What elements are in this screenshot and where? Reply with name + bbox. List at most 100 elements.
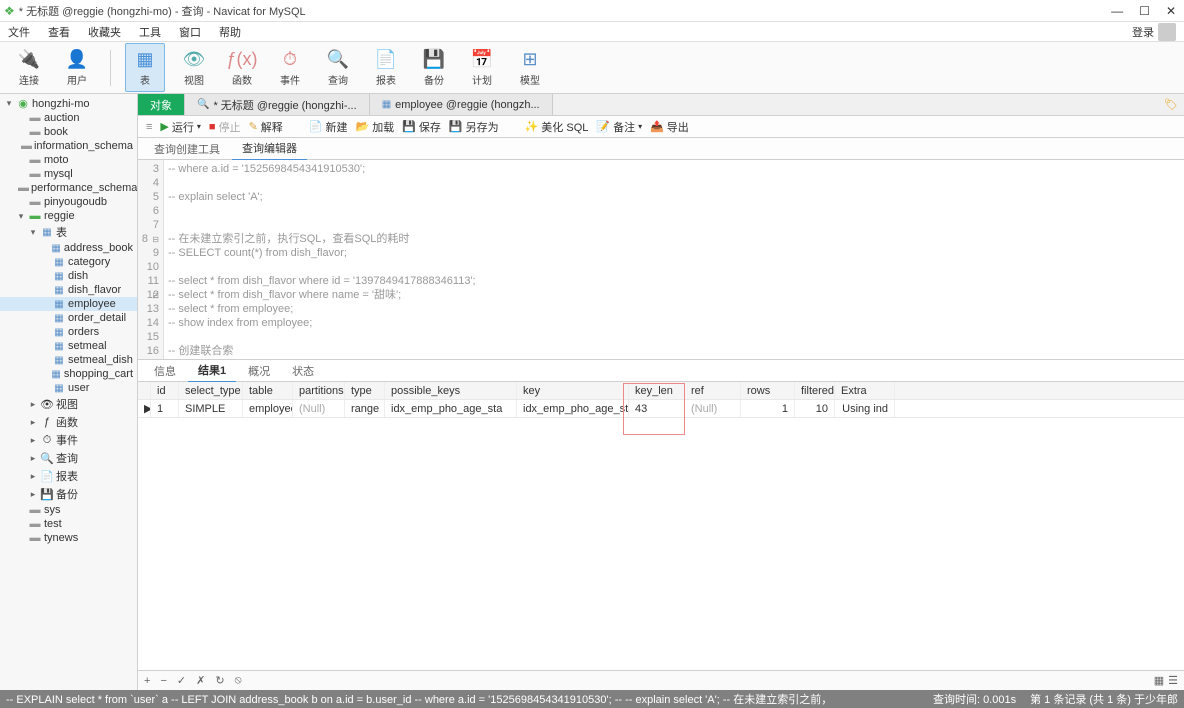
stop-refresh-button[interactable]: ⦸: [235, 674, 242, 687]
tree-item[interactable]: ▸ƒ函数: [0, 413, 137, 431]
load-button[interactable]: 📂加载: [355, 119, 394, 135]
beautify-button[interactable]: ✨美化 SQL: [525, 119, 589, 135]
minimize-button[interactable]: —: [1111, 4, 1123, 18]
close-button[interactable]: ✕: [1166, 4, 1176, 18]
app-icon: ❖: [4, 4, 15, 18]
menu-fav[interactable]: 收藏夹: [88, 24, 121, 40]
tool-event[interactable]: ⏱事件: [271, 44, 309, 91]
form-view-button[interactable]: ☰: [1168, 674, 1178, 687]
stop-button[interactable]: ■停止: [209, 119, 241, 135]
result-tab-status[interactable]: 状态: [282, 360, 324, 382]
subtab-editor[interactable]: 查询编辑器: [232, 137, 307, 161]
tree-item[interactable]: ▦dish_flavor: [0, 283, 137, 297]
column-header[interactable]: key: [517, 382, 629, 399]
tool-model[interactable]: ⊞模型: [511, 44, 549, 91]
menu-view[interactable]: 查看: [48, 24, 70, 40]
tool-user[interactable]: 👤用户: [58, 44, 96, 91]
login-link[interactable]: 登录: [1132, 24, 1154, 40]
tree-item[interactable]: ▦shopping_cart: [0, 367, 137, 381]
result-tab-summary[interactable]: 概况: [238, 360, 280, 382]
tab-fav-icon[interactable]: 🏷: [1158, 98, 1184, 111]
tool-function[interactable]: ƒ(x)函数: [223, 44, 261, 91]
avatar[interactable]: [1158, 23, 1176, 41]
column-header[interactable]: id: [151, 382, 179, 399]
subtab-builder[interactable]: 查询创建工具: [144, 138, 230, 160]
tab-query-2[interactable]: ▦employee @reggie (hongzh...: [370, 94, 553, 115]
tool-query[interactable]: 🔍查询: [319, 44, 357, 91]
status-record: 第 1 条记录 (共 1 条) 于少年郎: [1030, 691, 1178, 707]
tree-item[interactable]: ▬performance_schema: [0, 181, 137, 195]
menu-tools[interactable]: 工具: [139, 24, 161, 40]
tree-item[interactable]: ▸📄报表: [0, 467, 137, 485]
column-header[interactable]: type: [345, 382, 385, 399]
maximize-button[interactable]: ☐: [1139, 4, 1150, 18]
tree-item[interactable]: ▸💾备份: [0, 485, 137, 503]
saveas-button[interactable]: 💾另存为: [449, 119, 499, 135]
grid-view-button[interactable]: ▦: [1154, 674, 1164, 687]
tree-item[interactable]: ▬moto: [0, 153, 137, 167]
result-tab-info[interactable]: 信息: [144, 360, 186, 382]
tab-objects[interactable]: 对象: [138, 94, 185, 115]
save-button[interactable]: 💾保存: [402, 119, 441, 135]
tree-item[interactable]: ▦dish: [0, 269, 137, 283]
tree-item[interactable]: ▦setmeal_dish: [0, 353, 137, 367]
tree-item[interactable]: ▬sys: [0, 503, 137, 517]
tool-table[interactable]: ▦表: [125, 43, 165, 92]
result-tab-result1[interactable]: 结果1: [188, 359, 236, 383]
tree-item[interactable]: ▾▬reggie: [0, 209, 137, 223]
tree-item[interactable]: ▦order_detail: [0, 311, 137, 325]
tree-item[interactable]: ▸⏱事件: [0, 431, 137, 449]
query-settings-icon[interactable]: ≡: [146, 121, 152, 133]
status-time: 查询时间: 0.001s: [933, 691, 1016, 707]
tree-item[interactable]: ▬pinyougoudb: [0, 195, 137, 209]
tree-item[interactable]: ▦category: [0, 255, 137, 269]
explain-button[interactable]: ✎解释: [249, 119, 283, 135]
menu-help[interactable]: 帮助: [219, 24, 241, 40]
add-row-button[interactable]: +: [144, 675, 150, 687]
column-header[interactable]: partitions: [293, 382, 345, 399]
tool-backup[interactable]: 💾备份: [415, 44, 453, 91]
tree-item[interactable]: ▬information_schema: [0, 139, 137, 153]
tree-item[interactable]: ▬test: [0, 517, 137, 531]
sql-editor[interactable]: 345678 ⊟91011 ⊟1213141516 ⊟17181920 -- w…: [138, 160, 1184, 360]
tree-item[interactable]: ▬mysql: [0, 167, 137, 181]
connection-tree[interactable]: ▾◉hongzhi-mo▬auction▬book▬information_sc…: [0, 94, 138, 690]
tool-report[interactable]: 📄报表: [367, 44, 405, 91]
delete-row-button[interactable]: −: [160, 675, 166, 687]
column-header[interactable]: select_type: [179, 382, 243, 399]
result-grid[interactable]: idselect_typetablepartitionstypepossible…: [138, 382, 1184, 670]
tree-item[interactable]: ▾▦表: [0, 223, 137, 241]
tree-item[interactable]: ▦setmeal: [0, 339, 137, 353]
tree-item[interactable]: ▸🔍查询: [0, 449, 137, 467]
tree-item[interactable]: ▦orders: [0, 325, 137, 339]
tree-item[interactable]: ▬tynews: [0, 531, 137, 545]
menu-file[interactable]: 文件: [8, 24, 30, 40]
commit-button[interactable]: ✓: [177, 674, 186, 687]
tree-item[interactable]: ▾◉hongzhi-mo: [0, 96, 137, 111]
tab-query-1[interactable]: 🔍* 无标题 @reggie (hongzhi-...: [185, 94, 370, 115]
separator: [110, 50, 111, 86]
tree-item[interactable]: ▸👁视图: [0, 395, 137, 413]
menu-window[interactable]: 窗口: [179, 24, 201, 40]
tree-item[interactable]: ▬book: [0, 125, 137, 139]
column-header[interactable]: possible_keys: [385, 382, 517, 399]
column-header[interactable]: Extra: [835, 382, 895, 399]
cancel-button[interactable]: ✗: [196, 674, 205, 687]
tool-connection[interactable]: 🔌连接: [10, 44, 48, 91]
highlight-keylen-column: [623, 383, 685, 435]
tree-item[interactable]: ▦employee: [0, 297, 137, 311]
column-header[interactable]: table: [243, 382, 293, 399]
notes-button[interactable]: 📝备注 ▾: [596, 119, 642, 135]
tool-plan[interactable]: 📅计划: [463, 44, 501, 91]
tree-item[interactable]: ▦user: [0, 381, 137, 395]
tree-item[interactable]: ▬auction: [0, 111, 137, 125]
tool-view[interactable]: 👁视图: [175, 44, 213, 91]
tree-item[interactable]: ▦address_book: [0, 241, 137, 255]
column-header[interactable]: filtered: [795, 382, 835, 399]
column-header[interactable]: rows: [741, 382, 795, 399]
run-button[interactable]: ▶运行 ▾: [160, 119, 200, 135]
export-button[interactable]: 📤导出: [650, 119, 689, 135]
new-button[interactable]: 📄新建: [309, 119, 348, 135]
column-header[interactable]: ref: [685, 382, 741, 399]
refresh-button[interactable]: ↻: [215, 674, 224, 687]
